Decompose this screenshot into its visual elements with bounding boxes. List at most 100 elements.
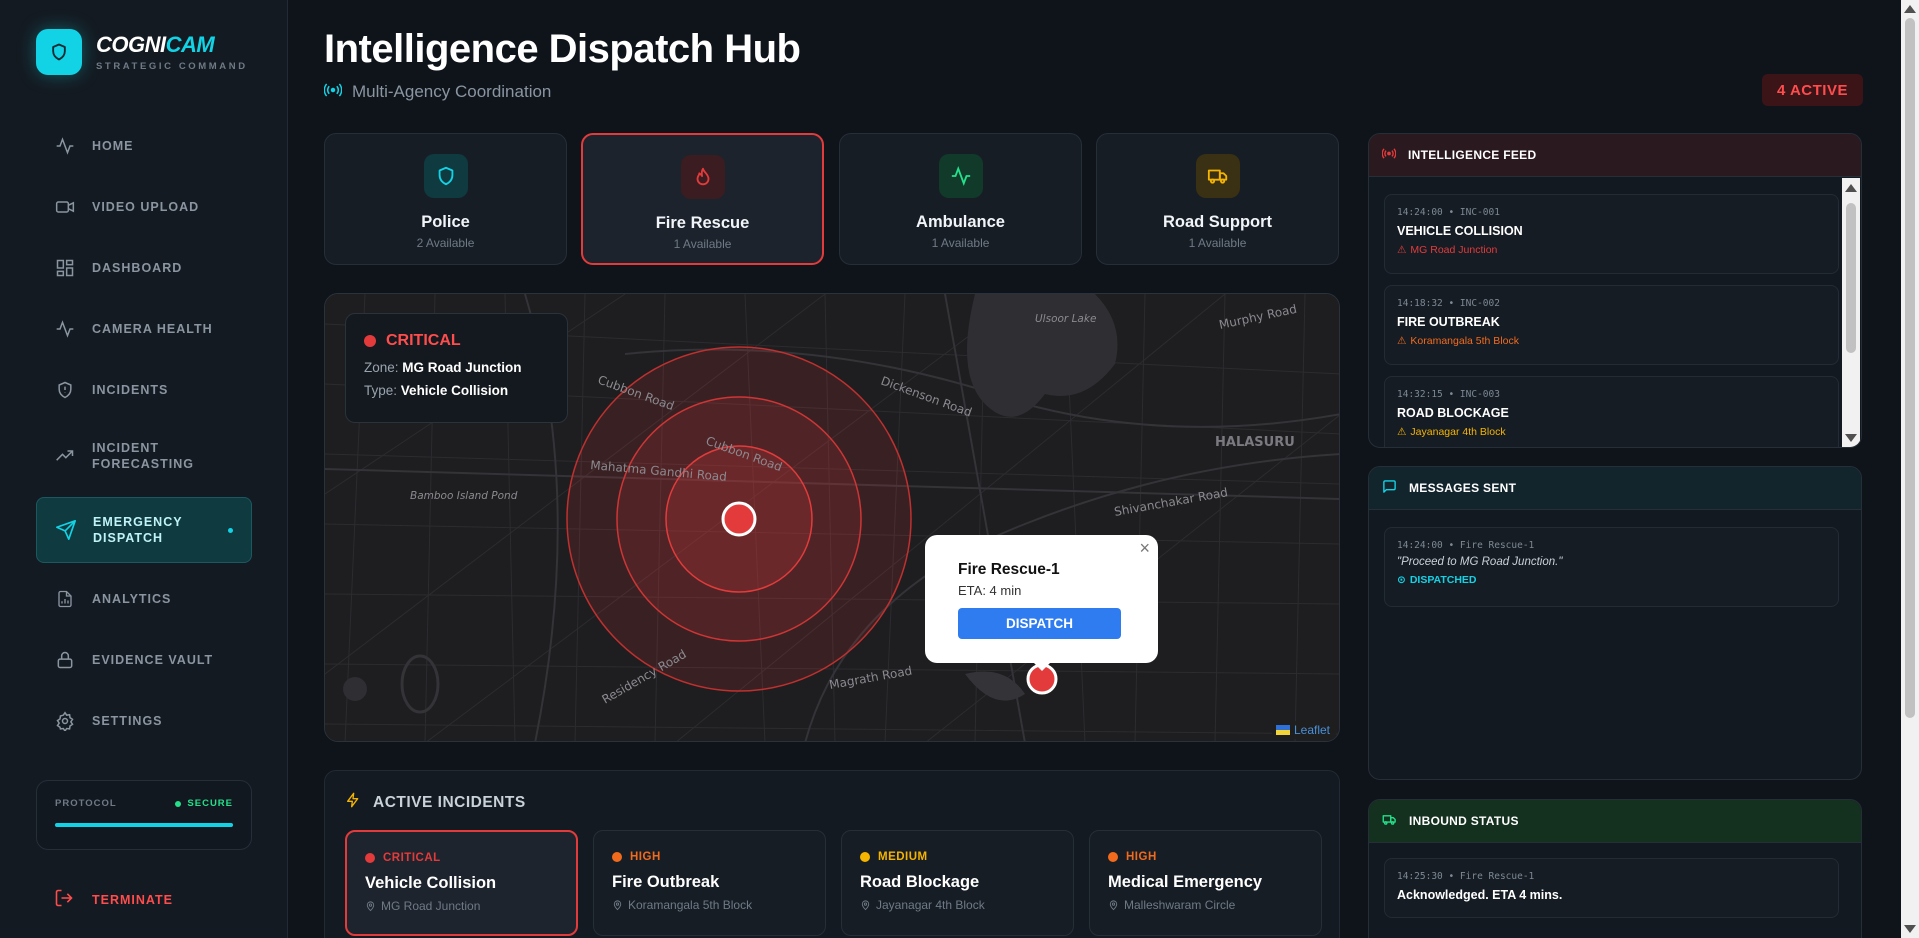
intelligence-feed-list[interactable]: 14:24:00 • INC-001 VEHICLE COLLISION ⚠ MG… (1369, 194, 1845, 447)
dashboard-icon (54, 257, 76, 279)
pin-icon (1109, 900, 1118, 911)
messages-sent-panel: MESSAGES SENT 14:24:00 • Fire Rescue-1 "… (1368, 466, 1862, 780)
message-item[interactable]: 14:24:00 • Fire Rescue-1 "Proceed to MG … (1384, 527, 1839, 607)
sidebar-item-label: CAMERA HEALTH (92, 321, 213, 336)
active-indicator (228, 528, 233, 533)
sidebar-item-evidence-vault[interactable]: EVIDENCE VAULT (36, 629, 252, 690)
broadcast-icon (323, 82, 343, 102)
sidebar-item-label: HOME (92, 138, 134, 153)
sidebar-item-emergency-dispatch[interactable]: EMERGENCY DISPATCH (36, 497, 252, 563)
sidebar-item-video-upload[interactable]: VIDEO UPLOAD (36, 176, 252, 237)
map-label-bamboo-pond: Bamboo Island Pond (410, 490, 518, 502)
agency-card-ambulance[interactable]: Ambulance 1 Available (839, 133, 1082, 265)
incident-card-vehicle-collision[interactable]: CRITICAL Vehicle Collision MG Road Junct… (345, 830, 578, 936)
intelligence-feed-header: INTELLIGENCE FEED (1369, 134, 1861, 177)
scroll-down-icon (1845, 434, 1857, 442)
popup-title: Fire Rescue-1 (958, 561, 1060, 578)
protocol-status-card: PROTOCOL SECURE (36, 780, 252, 850)
sidebar-item-incidents[interactable]: INCIDENTS (36, 359, 252, 420)
close-icon[interactable]: × (1139, 538, 1150, 559)
pulse-icon (54, 135, 76, 157)
feed-item[interactable]: 14:32:15 • INC-003 ROAD BLOCKAGE ⚠ Jayana… (1384, 376, 1839, 447)
incident-card-medical-emergency[interactable]: HIGH Medical Emergency Malleshwaram Circ… (1089, 830, 1322, 936)
scroll-down-icon (1904, 925, 1916, 933)
truck-icon (1382, 812, 1397, 830)
incident-title: Fire Outbreak (612, 873, 720, 891)
sidebar-item-settings[interactable]: SETTINGS (36, 690, 252, 751)
sidebar-item-incident-forecasting[interactable]: INCIDENT FORECASTING (36, 420, 252, 492)
dispatch-button[interactable]: DISPATCH (958, 608, 1121, 639)
brand-name: COGNICAM (96, 32, 215, 57)
sidebar-item-camera-health[interactable]: CAMERA HEALTH (36, 298, 252, 359)
trend-icon (54, 445, 76, 467)
terminate-button[interactable]: TERMINATE (54, 888, 173, 911)
feed-item[interactable]: 14:24:00 • INC-001 VEHICLE COLLISION ⚠ MG… (1384, 194, 1839, 274)
sidebar-item-home[interactable]: HOME (36, 115, 252, 176)
pin-icon (366, 901, 375, 912)
dispatch-map[interactable]: Cubbon Road Mahatma Gandhi Road Dickenso… (324, 293, 1340, 742)
sidebar-item-label: SETTINGS (92, 713, 163, 728)
sidebar-item-analytics[interactable]: ANALYTICS (36, 568, 252, 629)
agency-availability: 1 Available (931, 236, 990, 250)
incident-card-fire-outbreak[interactable]: HIGH Fire Outbreak Koramangala 5th Block (593, 830, 826, 936)
page-scrollbar[interactable] (1901, 0, 1919, 938)
active-incidents-header: ACTIVE INCIDENTS (345, 791, 526, 814)
sidebar-item-label: INCIDENTS (92, 382, 169, 397)
sidebar-item-label: ANALYTICS (92, 591, 172, 606)
incident-title: Medical Emergency (1108, 873, 1263, 891)
incident-location: Malleshwaram Circle (1108, 898, 1303, 912)
logout-icon (54, 888, 74, 911)
warning-icon: ⚠ (1397, 426, 1407, 438)
popup-eta: ETA: 4 min (958, 583, 1022, 598)
agency-card-road-support[interactable]: Road Support 1 Available (1096, 133, 1339, 265)
sidebar-item-label: VIDEO UPLOAD (92, 199, 200, 214)
terminate-label: TERMINATE (92, 892, 173, 907)
agency-availability: 1 Available (673, 237, 732, 251)
protocol-status: SECURE (175, 798, 233, 809)
agency-card-fire-rescue[interactable]: Fire Rescue 1 Available (581, 133, 824, 265)
protocol-progress-bar (55, 823, 233, 827)
brand-subtitle: STRATEGIC COMMAND (96, 61, 248, 72)
inbound-item[interactable]: 14:25:30 • Fire Rescue-1 Acknowledged. E… (1384, 858, 1839, 918)
shield-icon (423, 154, 468, 198)
send-icon (55, 519, 77, 541)
agency-name: Road Support (1162, 213, 1273, 231)
pin-icon (861, 900, 870, 911)
severity-badge: HIGH (612, 851, 807, 863)
agency-name: Fire Rescue (655, 214, 750, 232)
shield-alert-icon (54, 379, 76, 401)
flame-icon (680, 155, 725, 199)
incident-card-road-blockage[interactable]: MEDIUM Road Blockage Jayanagar 4th Block (841, 830, 1074, 936)
pulse-icon (54, 318, 76, 340)
map-attribution[interactable]: Leaflet (1271, 721, 1336, 739)
agency-availability: 2 Available (416, 236, 475, 250)
incident-title: Road Blockage (860, 873, 980, 891)
incident-location: Jayanagar 4th Block (860, 898, 1055, 912)
severity-badge: HIGH (1108, 851, 1303, 863)
broadcast-icon (1381, 148, 1397, 162)
incident-location: MG Road Junction (365, 899, 558, 913)
map-label-ulsoor-lake: Ulsoor Lake (1035, 313, 1096, 325)
inbound-status-header: INBOUND STATUS (1369, 800, 1861, 843)
sidebar-item-dashboard[interactable]: DASHBOARD (36, 237, 252, 298)
severity-badge: CRITICAL (365, 852, 558, 864)
feed-item[interactable]: 14:18:32 • INC-002 FIRE OUTBREAK ⚠ Korama… (1384, 285, 1839, 365)
messages-sent-header: MESSAGES SENT (1369, 467, 1861, 510)
agency-card-police[interactable]: Police 2 Available (324, 133, 567, 265)
sidebar: COGNICAM STRATEGIC COMMAND HOME VIDEO UP… (0, 0, 288, 938)
incident-info-card: CRITICAL Zone: MG Road Junction Type: Ve… (345, 313, 568, 423)
sidebar-item-label: INCIDENT FORECASTING (92, 441, 194, 471)
feed-scrollbar[interactable] (1842, 178, 1860, 447)
agency-availability: 1 Available (1188, 236, 1247, 250)
check-circle-icon: ⊙ (1397, 574, 1406, 586)
shield-logo-icon (36, 29, 82, 75)
protocol-label: PROTOCOL (55, 798, 117, 809)
brand[interactable]: COGNICAM STRATEGIC COMMAND (36, 29, 248, 75)
incident-marker (721, 501, 757, 537)
map-label-halasuru: HALASURU (1215, 435, 1295, 450)
flag-icon (1275, 725, 1290, 735)
agency-name: Ambulance (916, 213, 1005, 231)
pin-icon (613, 900, 622, 911)
page-subtitle: Multi-Agency Coordination (323, 82, 551, 102)
sidebar-item-label: EMERGENCY DISPATCH (93, 515, 183, 545)
